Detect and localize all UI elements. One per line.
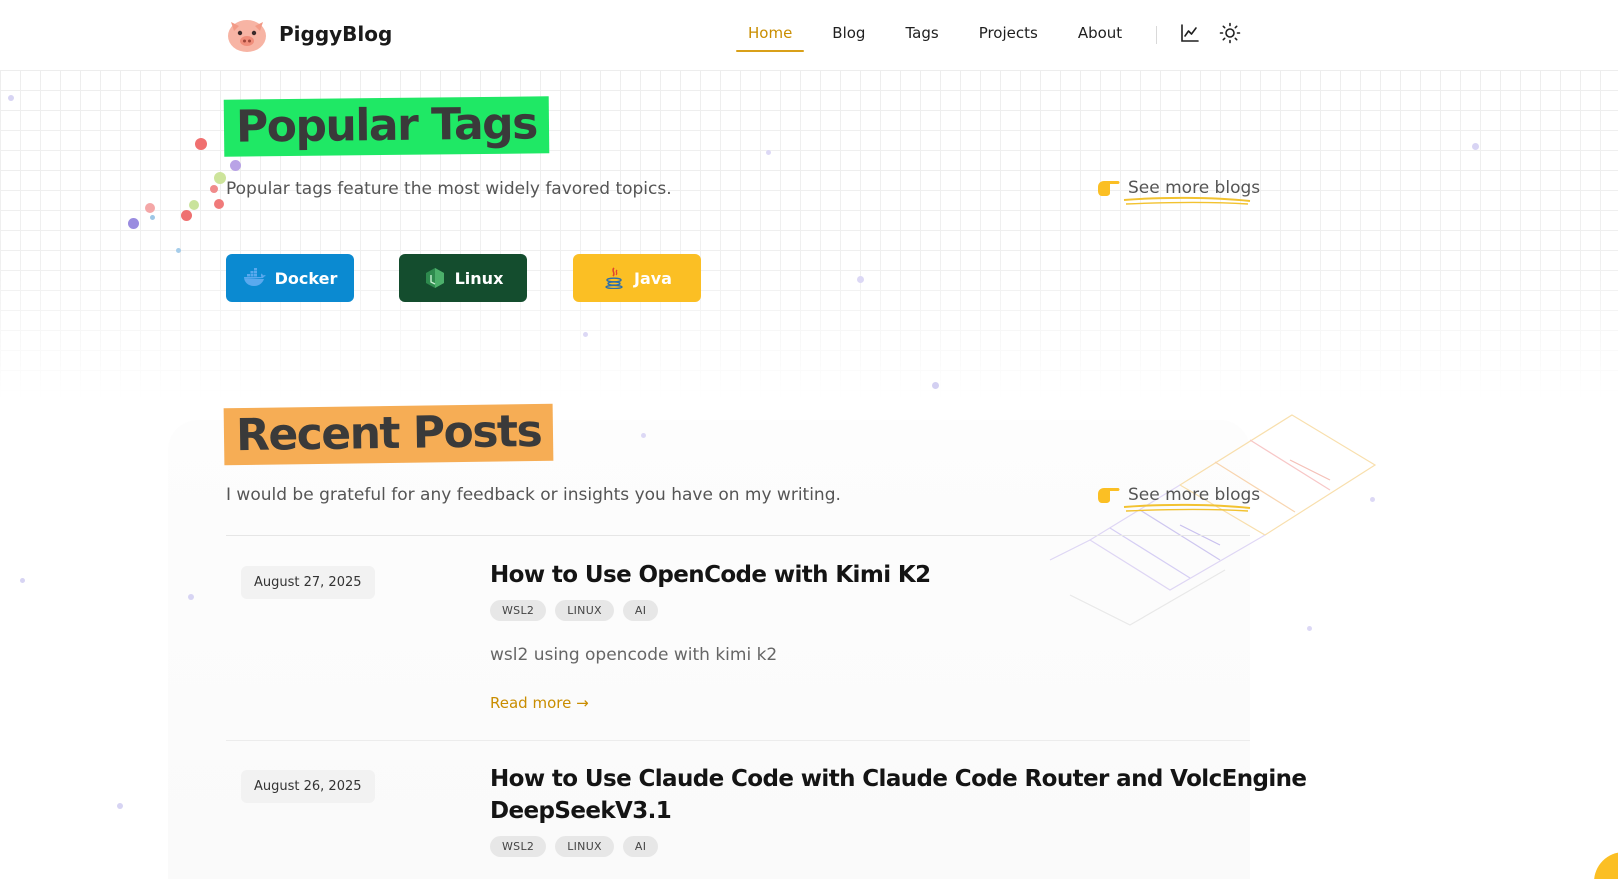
brand-name: PiggyBlog (279, 22, 393, 46)
pointing-hand-icon (1098, 488, 1120, 503)
post-divider (226, 740, 1250, 741)
post-tag-pill[interactable]: WSL2 (490, 600, 547, 621)
post-tags: WSL2 LINUX AI (490, 600, 659, 621)
post-title-line: How to Use Claude Code with Claude Code … (490, 766, 1307, 792)
post-tag-pill[interactable]: LINUX (555, 600, 614, 621)
tag-java-label: Java (634, 268, 672, 288)
tag-docker-button[interactable]: Docker (226, 254, 354, 302)
tag-java-button[interactable]: Java (573, 254, 701, 302)
nav-tags[interactable]: Tags (893, 22, 950, 52)
brand-link[interactable]: PiggyBlog (225, 14, 392, 54)
decorative-lines (1049, 414, 1377, 626)
post-title-line: DeepSeekV3.1 (490, 798, 672, 824)
nav-home[interactable]: Home (736, 22, 805, 52)
post-tag-pill[interactable]: LINUX (555, 836, 614, 857)
tag-docker-label: Docker (274, 268, 338, 288)
post-date: August 26, 2025 (241, 770, 375, 803)
scribble-underline (1123, 503, 1251, 512)
scribble-underline (1123, 196, 1251, 205)
scroll-to-top-button[interactable] (1594, 852, 1618, 879)
docker-icon (243, 268, 266, 286)
nav-blog[interactable]: Blog (820, 22, 877, 52)
tag-linux-button[interactable]: Linux (399, 254, 527, 302)
chart-icon[interactable] (1179, 22, 1201, 44)
site-header: PiggyBlog Home Blog Tags Projects About (0, 0, 1618, 70)
sun-icon[interactable] (1219, 22, 1241, 44)
linux-icon (425, 268, 444, 288)
section-divider (226, 535, 1250, 536)
tag-linux-label: Linux (454, 268, 504, 288)
post-date: August 27, 2025 (241, 566, 375, 599)
recent-posts-title: Recent Posts (223, 403, 554, 466)
post-title-link[interactable]: How to Use OpenCode with Kimi K2 (490, 559, 931, 591)
post-tags: WSL2 LINUX AI (490, 836, 659, 857)
see-more-blogs-link[interactable]: See more blogs (1096, 177, 1260, 205)
popular-tags-title: Popular Tags (223, 96, 550, 157)
popular-tags-subtitle: Popular tags feature the most widely fav… (226, 179, 672, 199)
post-tag-pill[interactable]: AI (622, 600, 659, 621)
post-tag-pill[interactable]: WSL2 (490, 836, 547, 857)
nav-projects[interactable]: Projects (967, 22, 1050, 52)
recent-posts-subtitle: I would be grateful for any feedback or … (226, 485, 841, 505)
post-tag-pill[interactable]: AI (622, 836, 659, 857)
pig-logo-icon (228, 20, 266, 52)
java-icon (605, 267, 623, 289)
read-more-link[interactable]: Read more → (490, 694, 589, 712)
see-more-blogs-link[interactable]: See more blogs (1096, 484, 1260, 512)
post-title-link[interactable]: How to Use Claude Code with Claude Code … (490, 763, 1307, 827)
nav-divider (1156, 26, 1158, 44)
main-nav: Home Blog Tags Projects About (736, 22, 1259, 52)
pointing-hand-icon (1098, 181, 1120, 196)
post-description: wsl2 using opencode with kimi k2 (490, 645, 778, 665)
nav-about[interactable]: About (1066, 22, 1134, 52)
